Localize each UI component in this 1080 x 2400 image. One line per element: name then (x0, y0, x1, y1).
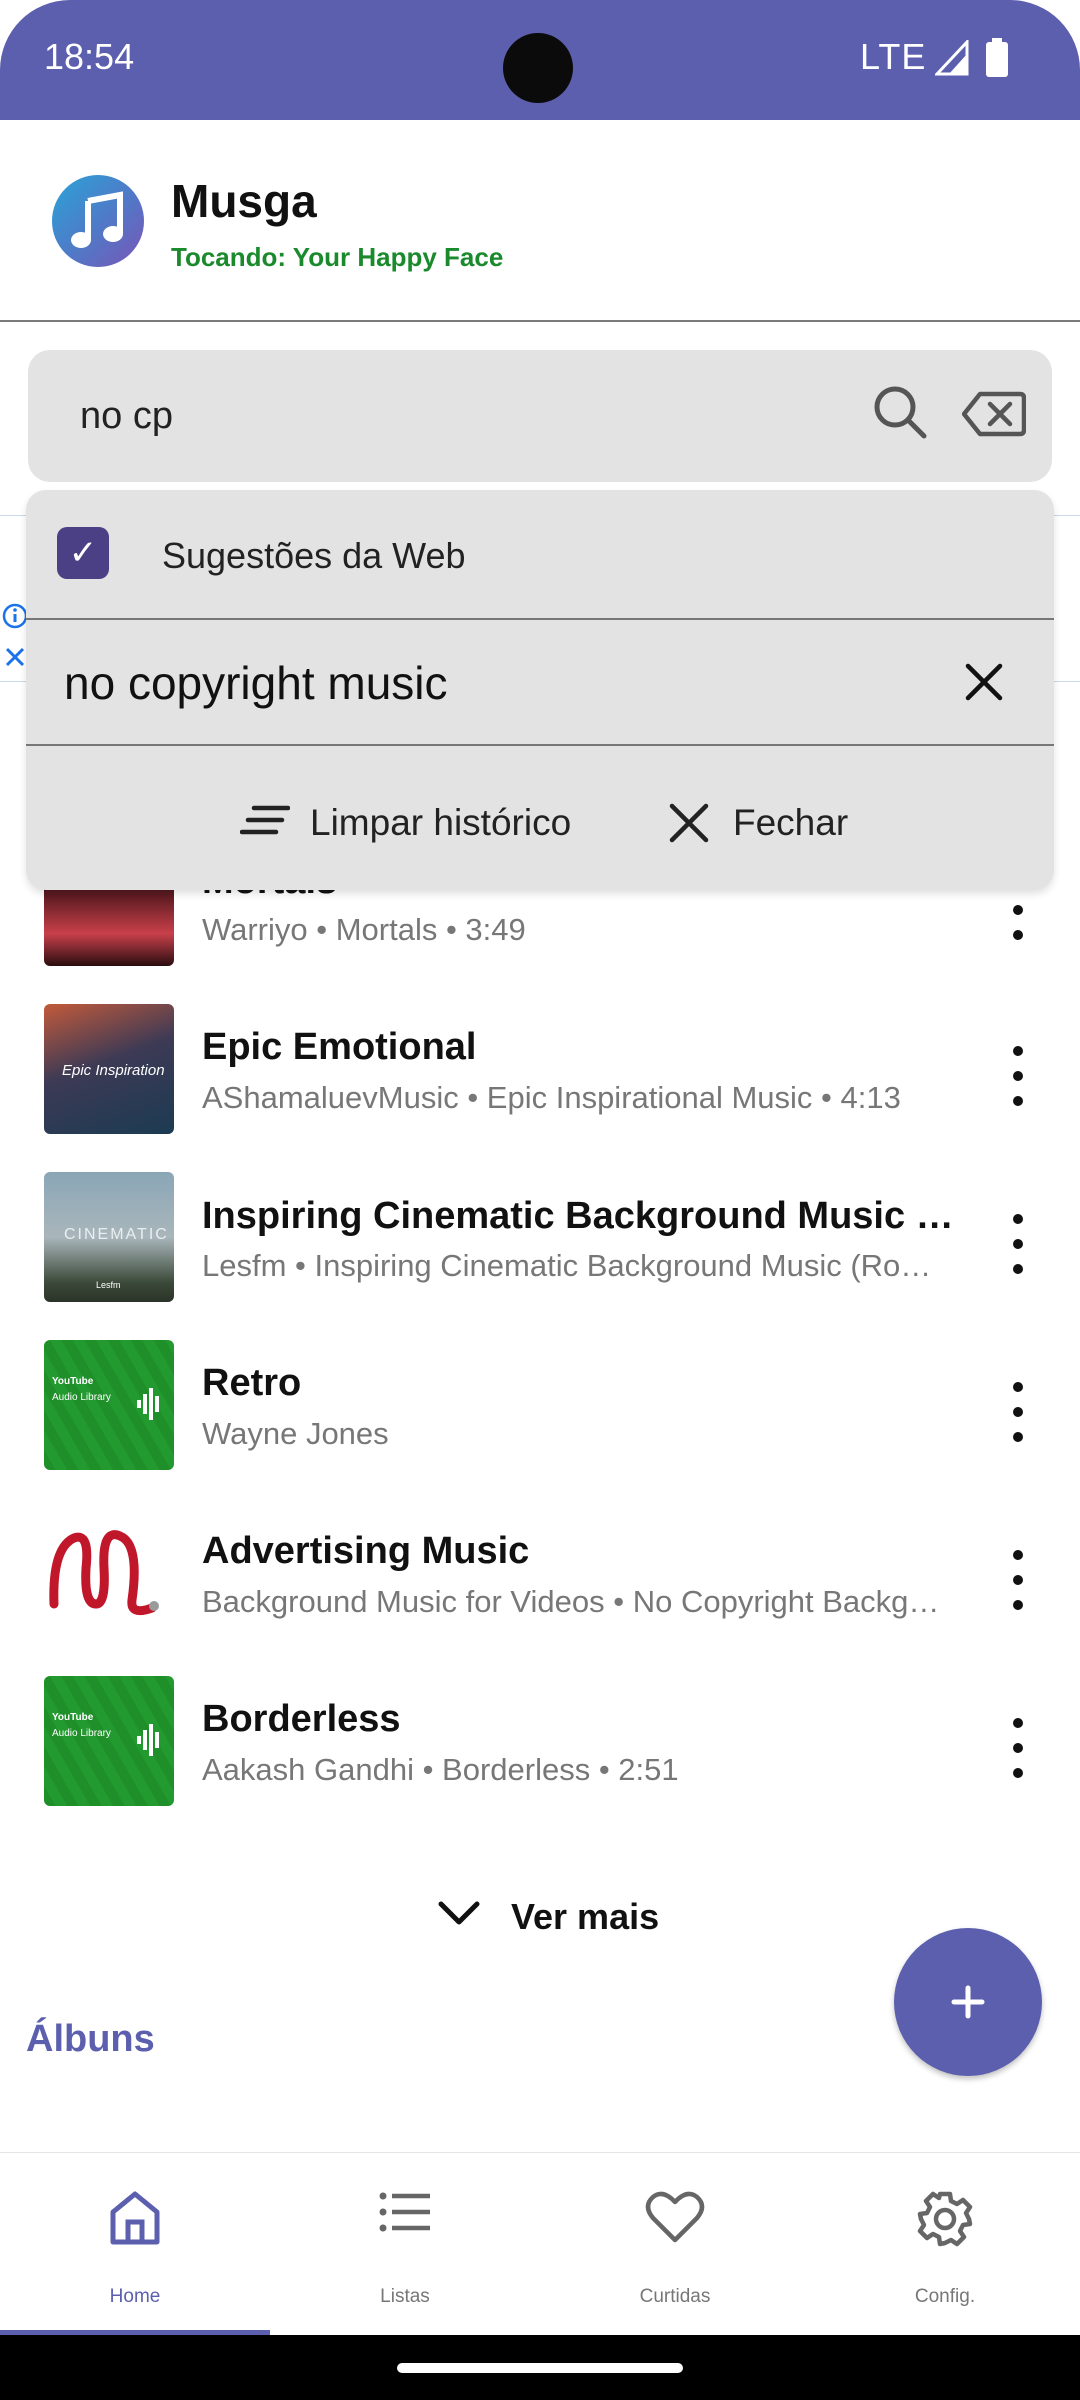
plus-icon (951, 1985, 985, 2019)
gear-icon (917, 2191, 973, 2247)
see-more-button[interactable]: Ver mais (511, 1896, 659, 1938)
waveform-icon (137, 1388, 159, 1420)
clear-all-icon[interactable] (240, 804, 290, 838)
music-logo-icon (49, 1530, 159, 1616)
close-icon[interactable] (962, 660, 1006, 704)
backspace-icon[interactable] (962, 390, 1026, 438)
song-title: Epic Emotional (202, 1026, 477, 1068)
add-fab-button[interactable] (894, 1928, 1042, 2076)
home-icon (110, 2191, 160, 2245)
more-options-icon[interactable] (1006, 1550, 1030, 1610)
thumbnail-caption: Audio Library (52, 1392, 111, 1403)
more-options-icon[interactable] (1006, 1382, 1030, 1442)
camera-cutout (503, 33, 573, 103)
song-meta: AShamaluevMusic • Epic Inspirational Mus… (202, 1080, 901, 1115)
web-suggestions-label[interactable]: Sugestões da Web (162, 535, 466, 577)
song-meta: Lesfm • Inspiring Cinematic Background M… (202, 1248, 932, 1283)
app-title: Musga (171, 175, 317, 227)
nav-label: Home (109, 2286, 161, 2307)
music-note-icon (71, 191, 123, 248)
song-thumbnail (44, 1508, 174, 1638)
list-icon (379, 2192, 430, 2232)
heart-icon (645, 2191, 705, 2243)
song-title: Borderless (202, 1698, 401, 1740)
song-thumbnail: Epic Inspiration (44, 1004, 174, 1134)
song-title: Advertising Music (202, 1530, 530, 1572)
ad-close-icon[interactable] (4, 646, 26, 668)
nav-label: Curtidas (639, 2286, 711, 2307)
nav-lists[interactable]: Listas (270, 2152, 540, 2335)
thumbnail-caption: YouTube (52, 1712, 94, 1723)
thumbnail-caption: CINEMATIC (64, 1226, 169, 1243)
song-title: Inspiring Cinematic Background Music (… (202, 1195, 962, 1237)
search-icon[interactable] (870, 382, 930, 442)
song-meta: Aakash Gandhi • Borderless • 2:51 (202, 1752, 679, 1787)
song-thumbnail: YouTube Audio Library (44, 1340, 174, 1470)
song-title: Retro (202, 1362, 302, 1404)
song-meta: Background Music for Videos • No Copyrig… (202, 1584, 940, 1619)
app-logo-icon (52, 175, 144, 267)
song-meta: Warriyo • Mortals • 3:49 (202, 912, 526, 947)
more-options-icon[interactable] (1006, 1046, 1030, 1106)
thumbnail-caption: Audio Library (52, 1728, 111, 1739)
clear-history-button[interactable]: Limpar histórico (310, 802, 571, 844)
waveform-icon (137, 1724, 159, 1756)
divider (26, 618, 1054, 620)
song-meta: Wayne Jones (202, 1416, 389, 1451)
nav-liked[interactable]: Curtidas (540, 2152, 810, 2335)
close-icon[interactable] (668, 802, 710, 844)
home-gesture-bar[interactable] (397, 2363, 683, 2373)
thumbnail-caption: Epic Inspiration (62, 1062, 165, 1079)
status-time: 18:54 (44, 36, 135, 77)
web-suggestions-checkbox[interactable]: ✓ (57, 527, 109, 579)
thumbnail-caption: Lesfm (96, 1280, 121, 1290)
more-options-icon[interactable] (1006, 1214, 1030, 1274)
now-playing-text[interactable]: Tocando: Your Happy Face (171, 242, 503, 273)
signal-icon (935, 40, 969, 76)
divider (26, 744, 1054, 746)
song-thumbnail: YouTube Audio Library (44, 1676, 174, 1806)
albums-section-title: Álbuns (26, 2018, 155, 2060)
song-thumbnail: CINEMATIC Lesfm (44, 1172, 174, 1302)
search-input[interactable]: no cp (80, 395, 173, 438)
thumbnail-caption: YouTube (52, 1376, 94, 1387)
battery-icon (986, 38, 1008, 77)
app-header (0, 120, 1080, 322)
suggestion-item[interactable]: no copyright music (64, 656, 448, 710)
nav-label: Config. (914, 2286, 976, 2307)
nav-home[interactable]: Home (0, 2152, 270, 2335)
close-dropdown-button[interactable]: Fechar (733, 802, 848, 844)
ad-info-icon[interactable] (2, 603, 28, 629)
nav-settings[interactable]: Config. (810, 2152, 1080, 2335)
chevron-down-icon[interactable] (438, 1900, 480, 1926)
more-options-icon[interactable] (1006, 1718, 1030, 1778)
nav-label: Listas (380, 2286, 430, 2307)
network-type: LTE (860, 36, 927, 77)
